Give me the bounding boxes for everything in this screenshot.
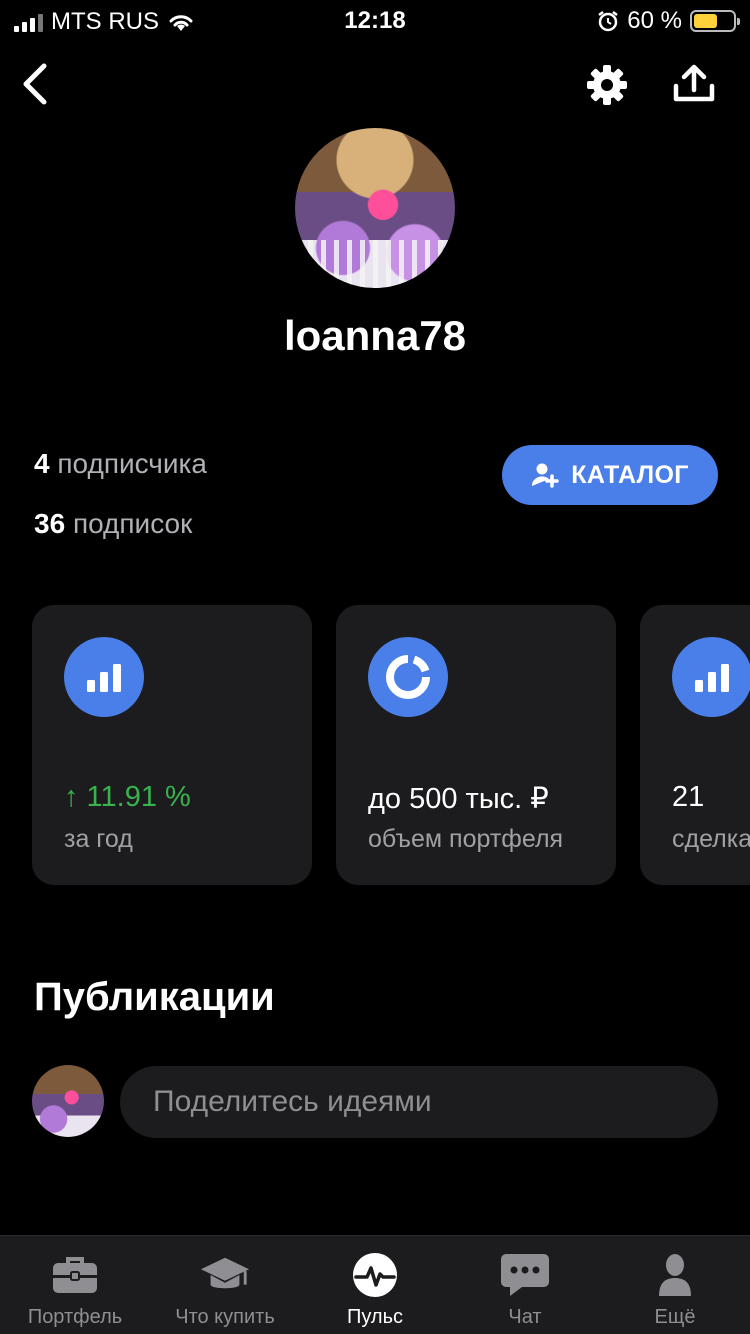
followers-label: подписчика — [57, 448, 207, 479]
status-bar: MTS RUS 12:18 60 % — [0, 0, 750, 40]
profile-avatar[interactable] — [295, 128, 455, 288]
tab-label: Пульс — [346, 1306, 404, 1328]
profile-screen: MTS RUS 12:18 60 % loanna78 4 подписчика… — [0, 0, 750, 1334]
tab-chat[interactable]: Чат — [450, 1236, 600, 1334]
username: loanna78 — [283, 312, 467, 359]
card-label: сделка — [672, 825, 750, 853]
tab-label: Портфель — [27, 1306, 123, 1328]
settings-button[interactable] — [586, 64, 628, 106]
gear-icon — [587, 65, 627, 105]
avatar — [32, 1065, 104, 1137]
stat-card-deals[interactable]: 21 сделка — [640, 605, 750, 885]
share-button[interactable] — [672, 64, 716, 104]
tab-label: Что купить — [175, 1306, 275, 1328]
tab-bar: Портфель Что купить Пульс Чат Ещё — [0, 1235, 750, 1334]
chevron-left-icon — [23, 63, 47, 105]
donut-icon — [368, 637, 448, 717]
card-value: ↑ 11.91 % — [64, 781, 191, 813]
chat-icon — [500, 1252, 550, 1298]
share-icon — [673, 64, 715, 102]
battery-percent: 60 % — [627, 7, 682, 34]
graduation-cap-icon — [200, 1252, 250, 1298]
card-value: до 500 тыс. ₽ — [368, 783, 549, 815]
tab-label: Ещё — [654, 1306, 696, 1328]
tab-portfolio[interactable]: Портфель — [0, 1236, 150, 1334]
pulse-icon — [350, 1252, 400, 1298]
following-stat[interactable]: 36 подписок — [34, 508, 192, 540]
status-right: 60 % — [597, 7, 740, 35]
card-label: за год — [64, 825, 133, 853]
tab-label: Чат — [508, 1306, 542, 1328]
card-value: 21 — [672, 781, 705, 813]
bar-chart-icon — [672, 637, 750, 717]
person-icon — [650, 1252, 700, 1298]
tab-what-to-buy[interactable]: Что купить — [150, 1236, 300, 1334]
following-label: подписок — [72, 508, 193, 539]
stat-card-yield[interactable]: ↑ 11.91 % за год — [32, 605, 312, 885]
briefcase-icon — [50, 1252, 100, 1298]
followers-count: 4 — [34, 448, 50, 479]
card-label: объем портфеля — [368, 825, 564, 853]
bar-chart-icon — [64, 637, 144, 717]
add-person-icon — [532, 463, 560, 488]
stat-card-portfolio-size[interactable]: до 500 тыс. ₽ объем портфеля — [336, 605, 616, 885]
tab-pulse[interactable]: Пульс — [300, 1236, 450, 1334]
back-button[interactable] — [16, 60, 56, 108]
followers-stat[interactable]: 4 подписчика — [34, 448, 207, 480]
publications-title: Публикации — [34, 975, 275, 1019]
following-count: 36 — [34, 508, 66, 539]
alarm-icon — [598, 11, 619, 32]
share-ideas-input[interactable]: Поделитесь идеями — [120, 1066, 718, 1138]
catalog-button[interactable]: КАТАЛОГ — [502, 445, 718, 505]
battery-icon — [690, 10, 740, 32]
catalog-button-label: КАТАЛОГ — [571, 460, 689, 489]
tab-more[interactable]: Ещё — [600, 1236, 750, 1334]
